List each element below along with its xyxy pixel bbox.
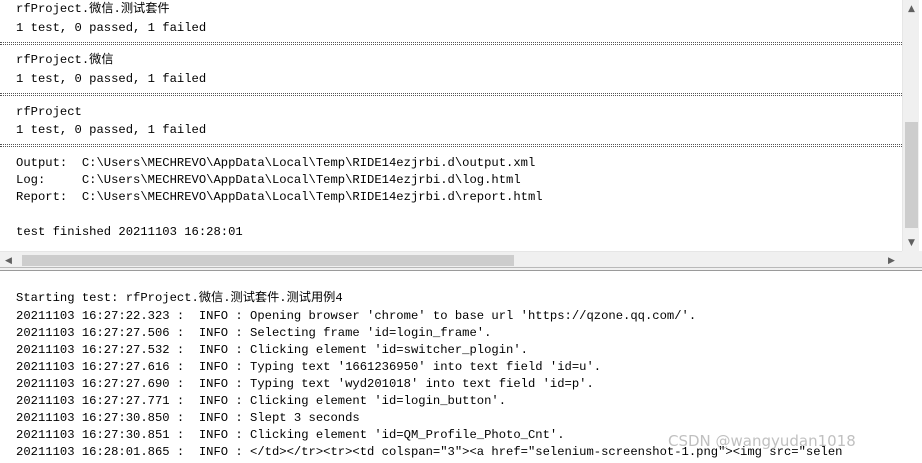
separator	[0, 93, 902, 96]
log-path-line: Log: C:\Users\MECHREVO\AppData\Local\Tem…	[16, 173, 521, 187]
scroll-down-arrow-icon[interactable]: ▼	[903, 234, 920, 251]
output-path-line: Output: C:\Users\MECHREVO\AppData\Local\…	[16, 156, 536, 170]
test-finished-line: test finished 20211103 16:28:01	[16, 225, 243, 239]
log-line: 20211103 16:27:27.532 : INFO : Clicking …	[16, 343, 528, 357]
suite-stats-line: 1 test, 0 passed, 1 failed	[16, 123, 207, 137]
suite-name-line: rfProject.微信.测试套件	[16, 2, 170, 16]
horizontal-scroll-thumb[interactable]	[22, 255, 514, 266]
log-line: 20211103 16:27:27.690 : INFO : Typing te…	[16, 377, 594, 391]
vertical-scroll-thumb[interactable]	[905, 122, 918, 228]
log-line: 20211103 16:27:27.506 : INFO : Selecting…	[16, 326, 492, 340]
report-path-line: Report: C:\Users\MECHREVO\AppData\Local\…	[16, 190, 543, 204]
suite-name-line: rfProject	[16, 105, 82, 119]
scroll-up-arrow-icon[interactable]: ▲	[903, 0, 920, 17]
csdn-watermark: CSDN @wangyudan1018	[668, 432, 856, 450]
scroll-left-arrow-icon[interactable]: ◀	[0, 252, 17, 267]
log-line: 20211103 16:27:30.850 : INFO : Slept 3 s…	[16, 411, 360, 425]
suite-stats-line: 1 test, 0 passed, 1 failed	[16, 72, 207, 86]
horizontal-scrollbar[interactable]: ◀ ▶	[0, 251, 902, 267]
test-output-pane[interactable]: rfProject.微信.测试套件 1 test, 0 passed, 1 fa…	[0, 0, 922, 268]
separator	[0, 42, 902, 45]
vertical-scrollbar[interactable]: ▲ ▼	[902, 0, 919, 251]
log-line: 20211103 16:27:30.851 : INFO : Clicking …	[16, 428, 565, 442]
log-line: 20211103 16:27:22.323 : INFO : Opening b…	[16, 309, 697, 323]
suite-stats-line: 1 test, 0 passed, 1 failed	[16, 21, 207, 35]
suite-name-line: rfProject.微信	[16, 53, 114, 67]
separator	[0, 144, 902, 147]
log-line: 20211103 16:27:27.616 : INFO : Typing te…	[16, 360, 602, 374]
scrollbar-corner	[902, 251, 922, 267]
scroll-right-arrow-icon[interactable]: ▶	[883, 252, 900, 267]
starting-test-line: Starting test: rfProject.微信.测试套件.测试用例4	[16, 291, 343, 305]
test-output-text: rfProject.微信.测试套件 1 test, 0 passed, 1 fa…	[0, 0, 902, 251]
log-line: 20211103 16:27:27.771 : INFO : Clicking …	[16, 394, 507, 408]
